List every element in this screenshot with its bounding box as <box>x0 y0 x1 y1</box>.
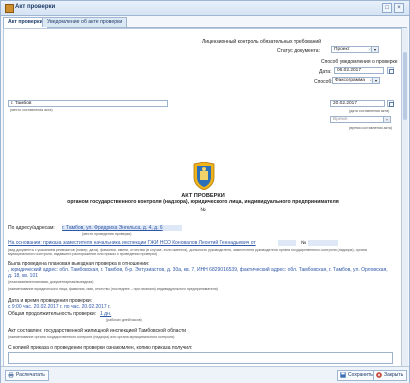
printer-icon <box>8 372 14 378</box>
coat-of-arms-icon <box>193 162 215 190</box>
calendar-icon[interactable] <box>387 67 394 74</box>
document-window: Акт проверки □ × Акт проверки Уведомлени… <box>0 0 410 383</box>
bottom-toolbar: Распечатать Сохранить Закрыть <box>1 366 409 383</box>
duration-label: Общая продолжительность проверки: <box>8 311 97 317</box>
entity-caption-type: (плановая/внеплановая, документарная/вые… <box>8 280 94 284</box>
tab-notification[interactable]: Уведомление об акте проверки <box>42 17 128 27</box>
address-label: По адресу/адресам: <box>8 225 55 231</box>
close-button[interactable]: Закрыть <box>373 370 408 381</box>
address-caption: (место проведения проверки) <box>82 232 132 236</box>
duration-caption: (рабочих дней/часов) <box>106 318 142 322</box>
close-circle-icon <box>376 372 382 378</box>
duration-value[interactable]: 1 дн. <box>100 311 111 317</box>
scrollbar-thumb[interactable] <box>403 52 407 120</box>
basis-number-label: № <box>301 240 307 246</box>
vertical-scrollbar[interactable] <box>401 28 408 366</box>
basis-caption: (вид документа с указанием реквизитов (н… <box>8 248 367 257</box>
document-form: Лицензионный контроль обязательных требо… <box>3 28 403 368</box>
notify-date-label: Дата: <box>319 69 332 75</box>
place-input[interactable]: г. Тамбов <box>8 100 168 107</box>
control-type: Лицензионный контроль обязательных требо… <box>202 39 322 45</box>
save-button[interactable]: Сохранить <box>337 370 377 381</box>
place-caption: (место составления акта) <box>10 108 53 112</box>
status-select[interactable]: Проект × ▾ <box>331 46 379 53</box>
close-icon[interactable]: × <box>394 3 404 13</box>
tab-strip: Акт проверки Уведомление об акте проверк… <box>3 16 407 28</box>
basis-date-field[interactable] <box>278 240 296 246</box>
window-title: Акт проверки <box>15 4 56 10</box>
print-button[interactable]: Распечатать <box>5 370 49 381</box>
maximize-icon[interactable]: □ <box>382 3 392 13</box>
act-time-select[interactable]: Время ▾ <box>330 116 391 123</box>
address-value[interactable]: г. Тамбов, ул. Фридриха Энгельса, д. 4, … <box>62 225 182 231</box>
save-icon <box>340 372 346 378</box>
act-number: № <box>200 207 206 213</box>
author-caption: (наименование органа государственного ко… <box>8 335 175 339</box>
entity-caption-name: (наименование юридического лица, фамилия… <box>8 287 218 291</box>
notify-date-input[interactable]: 06.02.2017 <box>334 67 384 74</box>
status-label: Статус документа: <box>277 48 320 54</box>
act-time-caption: (время составления акта) <box>349 126 393 130</box>
notify-method-label: Способ: <box>314 79 333 85</box>
act-date-caption: (дата составления акта) <box>349 109 390 113</box>
basis-label[interactable]: На основании: приказа заместителя началь… <box>8 240 256 246</box>
copy-input[interactable] <box>8 352 393 364</box>
act-date-input[interactable]: 20.02.2017 <box>330 100 385 107</box>
notify-label: Способ уведомления о проверке <box>321 59 398 65</box>
dates-value[interactable]: с 9:00 час. 20.02.2017 г. по час. 20.02.… <box>8 304 111 310</box>
act-subheading: органом государственного контроля (надзо… <box>67 199 339 205</box>
document-icon <box>5 4 14 13</box>
title-bar: Акт проверки □ × <box>1 1 409 16</box>
basis-number-field[interactable] <box>308 240 338 246</box>
chevron-down-icon[interactable]: ▾ <box>383 117 390 122</box>
chevron-down-icon[interactable]: ▾ <box>372 78 379 83</box>
calendar-icon[interactable] <box>387 100 394 107</box>
notify-method-select[interactable]: Факсограмма × ▾ <box>332 77 380 84</box>
chevron-down-icon[interactable]: ▾ <box>371 47 378 52</box>
copy-label: С копией приказа о проведении проверки о… <box>8 345 193 351</box>
entity-value[interactable]: , юридический адрес: обл. Тамбовская, г.… <box>8 267 393 279</box>
author-label: Акт составлен: государственной жилищной … <box>8 328 187 334</box>
